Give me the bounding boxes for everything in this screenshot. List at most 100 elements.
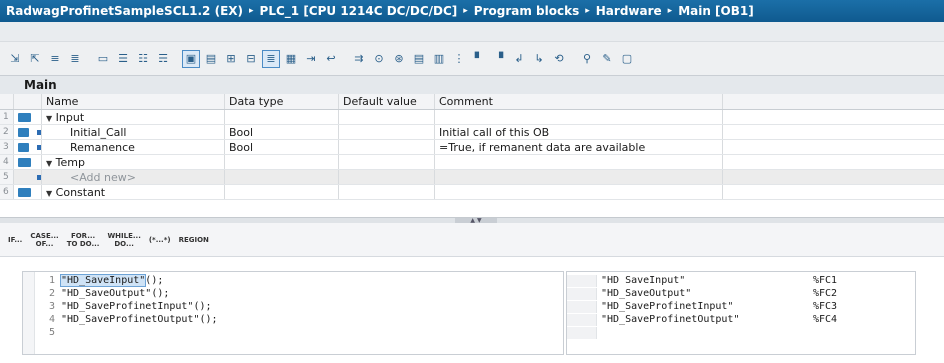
comment-column-header[interactable]: Comment [435,94,723,109]
comment-cell[interactable]: =True, if remanent data are available [435,140,723,154]
step-icon[interactable]: ⊛ [390,50,408,68]
code-line[interactable]: 5 [35,327,61,339]
add-new-cell[interactable]: <Add new> [42,170,225,184]
section-name: Constant [55,186,106,199]
monitor-all-icon[interactable]: ↳ [530,50,548,68]
breadcrumb-item[interactable]: Hardware [596,4,662,18]
open-block-icon[interactable]: ⇥ [302,50,320,68]
table-row[interactable]: 4 ▼ Temp [0,155,944,170]
fb-icon[interactable]: ≣ [262,49,280,68]
default-value-cell[interactable] [339,110,435,124]
insert-row-icon[interactable]: ≡ [46,50,64,68]
name-column-header[interactable]: Name [42,94,225,109]
function-call[interactable]: "HD_SaveProfinetOutput" [61,314,199,325]
scl-instruction-button[interactable]: CASE... OF... [30,232,58,248]
stop-icon[interactable]: ▢ [618,50,636,68]
data-type-cell[interactable] [225,155,339,169]
default-value-cell[interactable] [339,125,435,139]
list-icon[interactable]: ⊟ [242,50,260,68]
indent-icon[interactable]: ▤ [202,50,220,68]
code-line[interactable]: 1 "HD_SaveInput"(); [35,274,163,287]
mark-icon[interactable]: ▥ [430,50,448,68]
comment-cell[interactable] [435,170,723,184]
default-value-cell[interactable] [339,140,435,154]
data-type-cell[interactable] [225,185,339,199]
compare-icon[interactable]: ⇉ [350,50,368,68]
watch-icon[interactable]: ▭ [94,50,112,68]
scl-instruction-button[interactable]: REGION [179,236,209,244]
table-row[interactable]: 2 Initial_Call Bool Initial call of this… [0,125,944,140]
scl-code-editor[interactable]: 1 "HD_SaveInput"(); 2 "HD_SaveOutput"(); 3 "H… [22,271,564,355]
row-number: 1 [0,110,14,124]
name-cell[interactable]: ▼ Input [42,110,225,124]
next-icon[interactable]: ▤ [410,50,428,68]
flag2-icon[interactable]: ▝ [490,50,508,68]
collapse-triangle-icon[interactable]: ▼ [46,159,52,168]
scl-instruction-line2: TO DO... [66,239,100,248]
table-row[interactable]: 6 ▼ Constant [0,185,944,200]
table-row[interactable]: 3 Remanence Bool =True, if remanent data… [0,140,944,155]
name-cell[interactable]: Initial_Call [42,125,225,139]
code-text[interactable]: "HD_SaveProfinetInput"(); [61,301,212,313]
comment-cell[interactable] [435,185,723,199]
collapse-triangle-icon[interactable]: ▼ [46,114,52,123]
repeat-icon[interactable]: ⟲ [550,50,568,68]
data-type-cell[interactable]: Bool [225,125,339,139]
delete-network-icon[interactable]: ⇱ [26,50,44,68]
name-cell[interactable]: Remanence [42,140,225,154]
code-line[interactable]: 3 "HD_SaveProfinetInput"(); [35,301,212,313]
insert-network-icon[interactable]: ⇲ [6,50,24,68]
monitor-icon[interactable]: ↲ [510,50,528,68]
code-line[interactable]: 2 "HD_SaveOutput"(); [35,288,169,300]
function-call[interactable]: "HD_SaveOutput" [61,288,151,299]
code-text[interactable]: "HD_SaveProfinetOutput"(); [61,314,218,326]
breadcrumb-item[interactable]: Program blocks [474,4,579,18]
default-value-cell[interactable] [339,170,435,184]
scl-instruction-button[interactable]: WHILE... DO... [107,232,140,248]
code-text[interactable]: "HD_SaveOutput"(); [61,288,169,300]
goto-icon[interactable]: ↩ [322,50,340,68]
comment-icon[interactable]: ▣ [182,49,200,68]
outdent-icon[interactable]: ⊞ [222,50,240,68]
align-right-icon[interactable]: ☴ [154,50,172,68]
code-text[interactable]: "HD_SaveInput"(); [59,274,163,287]
breakpoint-icon[interactable]: ⊙ [370,50,388,68]
default-value-cell[interactable] [339,185,435,199]
default-value-column-header[interactable]: Default value [339,94,435,109]
operand-address: %FC4 [813,314,838,325]
collapse-triangle-icon[interactable]: ▼ [46,189,52,198]
align-center-icon[interactable]: ☷ [134,50,152,68]
row-number-header [0,94,14,109]
call-icon[interactable]: ▦ [282,50,300,68]
breadcrumb-item[interactable]: RadwagProfinetSampleSCL1.2 (EX) [6,4,243,18]
table-row[interactable]: 1 ▼ Input [0,110,944,125]
function-call[interactable]: "HD_SaveInput" [59,274,147,287]
name-cell[interactable]: ▼ Constant [42,185,225,199]
pen-icon[interactable]: ✎ [598,50,616,68]
comment-cell[interactable] [435,155,723,169]
data-type-cell[interactable]: Bool [225,140,339,154]
link-icon[interactable]: ⚲ [578,50,596,68]
flag-icon[interactable]: ▘ [470,50,488,68]
add-row-icon[interactable]: ≣ [66,50,84,68]
breadcrumb-separator-icon: ▸ [463,6,468,16]
align-left-icon[interactable]: ☰ [114,50,132,68]
code-line[interactable]: 4 "HD_SaveProfinetOutput"(); [35,314,218,326]
comment-cell[interactable] [435,110,723,124]
breadcrumb-separator-icon: ▸ [667,6,673,16]
breadcrumb-item[interactable]: Main [OB1] [678,4,754,18]
scl-instruction-button[interactable]: IF... [8,236,22,244]
jump-icon[interactable]: ⋮ [450,50,468,68]
default-value-cell[interactable] [339,155,435,169]
scl-instruction-button[interactable]: FOR... TO DO... [67,232,100,248]
name-cell[interactable]: ▼ Temp [42,155,225,169]
interface-icon-cell [14,125,42,139]
comment-cell[interactable]: Initial call of this OB [435,125,723,139]
data-type-cell[interactable] [225,170,339,184]
data-type-column-header[interactable]: Data type [225,94,339,109]
table-row[interactable]: 5 <Add new> [0,170,944,185]
data-type-cell[interactable] [225,110,339,124]
scl-instruction-button[interactable]: (*...*) [149,236,171,244]
function-call[interactable]: "HD_SaveProfinetInput" [61,301,193,312]
breadcrumb-item[interactable]: PLC_1 [CPU 1214C DC/DC/DC] [260,4,458,18]
